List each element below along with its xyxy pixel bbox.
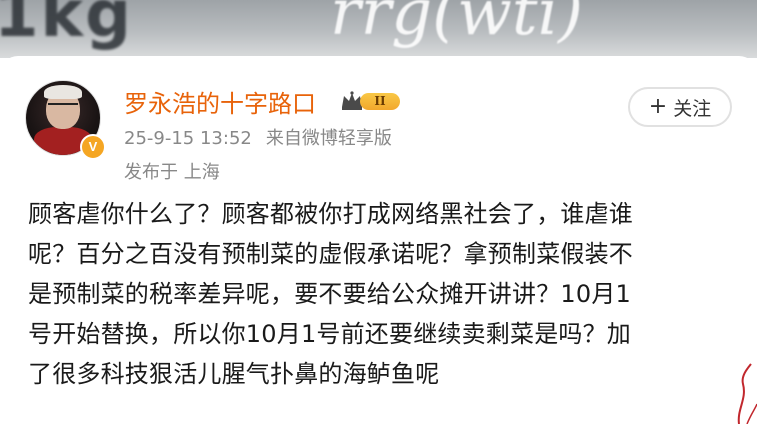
- background-text-right: rrg(wti): [330, 0, 584, 50]
- blurred-background-strip: 1kg rrg(wti): [0, 0, 757, 58]
- user-level-badge[interactable]: II: [340, 90, 402, 112]
- follow-button[interactable]: + 关注: [628, 87, 732, 127]
- post-text: 顾客虐你什么了？顾客都被你打成网络黑社会了，谁虐谁 呢？百分之百没有预制菜的虚假…: [28, 194, 738, 394]
- plus-icon: +: [648, 94, 668, 119]
- verified-badge-icon: V: [80, 134, 106, 160]
- author-name[interactable]: 罗永浩的十字路口: [124, 84, 316, 119]
- post-text-line: 是预制菜的税率差异呢，要不要给公众摊开讲讲？10月1: [28, 280, 632, 308]
- level-label: II: [360, 93, 400, 110]
- decorative-corner-graphic: [737, 363, 757, 424]
- screenshot: 1kg rrg(wti) V 罗永浩的十字路口 II 25-9-15 13:52…: [0, 0, 757, 424]
- post-meta: 25-9-15 13:52 来自微博轻享版: [124, 124, 392, 150]
- weibo-post-card: V 罗永浩的十字路口 II 25-9-15 13:52 来自微博轻享版 发布于 上…: [0, 56, 757, 424]
- post-source[interactable]: 来自微博轻享版: [266, 128, 392, 149]
- follow-button-label: 关注: [673, 97, 712, 120]
- avatar-hair: [44, 85, 82, 99]
- avatar-glasses: [48, 103, 78, 111]
- post-text-line: 号开始替换，所以你10月1号前还要继续卖剩菜是吗？加: [28, 320, 632, 348]
- post-text-line: 了很多科技狠活儿腥气扑鼻的海鲈鱼呢: [28, 360, 440, 388]
- post-text-line: 呢？百分之百没有预制菜的虚假承诺呢？拿预制菜假装不: [28, 240, 633, 268]
- post-timestamp: 25-9-15 13:52: [124, 128, 252, 149]
- background-text-left: 1kg: [0, 0, 133, 52]
- post-text-line: 顾客虐你什么了？顾客都被你打成网络黑社会了，谁虐谁: [28, 200, 633, 228]
- post-location: 发布于 上海: [124, 162, 220, 183]
